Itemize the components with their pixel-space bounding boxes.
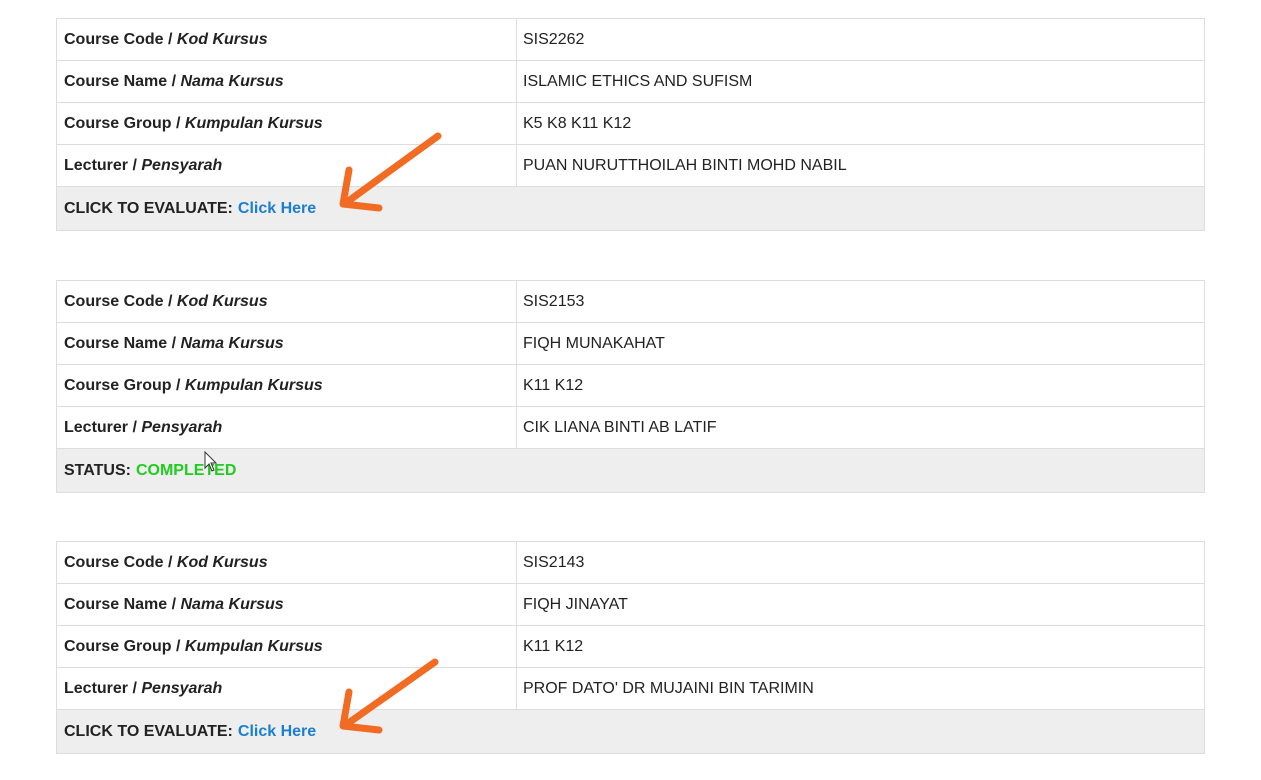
lecturer-label: Lecturer / Pensyarah: [57, 407, 517, 448]
course-group-label: Course Group / Kumpulan Kursus: [57, 626, 517, 667]
course-table: Course Code / Kod Kursus SIS2262 Course …: [56, 18, 1205, 231]
course-table: Course Code / Kod Kursus SIS2153 Course …: [56, 280, 1205, 493]
status-label: STATUS:: [64, 461, 131, 479]
course-name-label: Course Name / Nama Kursus: [57, 61, 517, 102]
course-code-label: Course Code / Kod Kursus: [57, 19, 517, 60]
course-name-value: FIQH JINAYAT: [523, 595, 628, 613]
lecturer-row: Lecturer / Pensyarah CIK LIANA BINTI AB …: [57, 407, 1204, 449]
evaluate-row: CLICK TO EVALUATE: Click Here: [57, 187, 1204, 230]
lecturer-label: Lecturer / Pensyarah: [57, 668, 517, 709]
evaluate-label: CLICK TO EVALUATE:: [64, 199, 233, 217]
lecturer-row: Lecturer / Pensyarah PROF DATO' DR MUJAI…: [57, 668, 1204, 710]
lecturer-value: CIK LIANA BINTI AB LATIF: [523, 418, 717, 436]
evaluate-cell: CLICK TO EVALUATE: Click Here: [57, 187, 316, 230]
course-name-value: ISLAMIC ETHICS AND SUFISM: [523, 72, 753, 90]
course-group-label: Course Group / Kumpulan Kursus: [57, 103, 517, 144]
lecturer-value: PROF DATO' DR MUJAINI BIN TARIMIN: [523, 679, 814, 697]
course-code-value: SIS2262: [523, 30, 585, 48]
course-name-label: Course Name / Nama Kursus: [57, 584, 517, 625]
course-name-row: Course Name / Nama Kursus FIQH MUNAKAHAT: [57, 323, 1204, 365]
evaluate-link[interactable]: Click Here: [238, 723, 316, 741]
course-code-value: SIS2153: [523, 292, 585, 310]
evaluate-cell: CLICK TO EVALUATE: Click Here: [57, 710, 316, 753]
lecturer-label: Lecturer / Pensyarah: [57, 145, 517, 186]
course-code-row: Course Code / Kod Kursus SIS2262: [57, 19, 1204, 61]
course-group-row: Course Group / Kumpulan Kursus K11 K12: [57, 365, 1204, 407]
evaluation-page: Course Code / Kod Kursus SIS2262 Course …: [0, 0, 1261, 780]
course-name-row: Course Name / Nama Kursus FIQH JINAYAT: [57, 584, 1204, 626]
course-group-value: K5 K8 K11 K12: [523, 114, 632, 132]
course-group-label: Course Group / Kumpulan Kursus: [57, 365, 517, 406]
evaluate-row: CLICK TO EVALUATE: Click Here: [57, 710, 1204, 753]
course-group-row: Course Group / Kumpulan Kursus K5 K8 K11…: [57, 103, 1204, 145]
course-code-label: Course Code / Kod Kursus: [57, 281, 517, 322]
course-code-label: Course Code / Kod Kursus: [57, 542, 517, 583]
evaluate-label: CLICK TO EVALUATE:: [64, 722, 233, 740]
course-code-value: SIS2143: [523, 553, 585, 571]
lecturer-value: PUAN NURUTTHOILAH BINTI MOHD NABIL: [523, 156, 847, 174]
course-code-row: Course Code / Kod Kursus SIS2143: [57, 542, 1204, 584]
course-name-label: Course Name / Nama Kursus: [57, 323, 517, 364]
course-group-value: K11 K12: [523, 637, 584, 655]
status-completed-text: COMPLETED: [135, 461, 237, 479]
course-group-row: Course Group / Kumpulan Kursus K11 K12: [57, 626, 1204, 668]
course-name-value: FIQH MUNAKAHAT: [523, 334, 665, 352]
lecturer-row: Lecturer / Pensyarah PUAN NURUTTHOILAH B…: [57, 145, 1204, 187]
course-table: Course Code / Kod Kursus SIS2143 Course …: [56, 541, 1205, 754]
course-group-value: K11 K12: [523, 376, 584, 394]
course-code-row: Course Code / Kod Kursus SIS2153: [57, 281, 1204, 323]
status-cell: STATUS: COMPLETED: [57, 449, 236, 492]
course-name-row: Course Name / Nama Kursus ISLAMIC ETHICS…: [57, 61, 1204, 103]
status-row: STATUS: COMPLETED: [57, 449, 1204, 492]
evaluate-link[interactable]: Click Here: [238, 200, 316, 218]
